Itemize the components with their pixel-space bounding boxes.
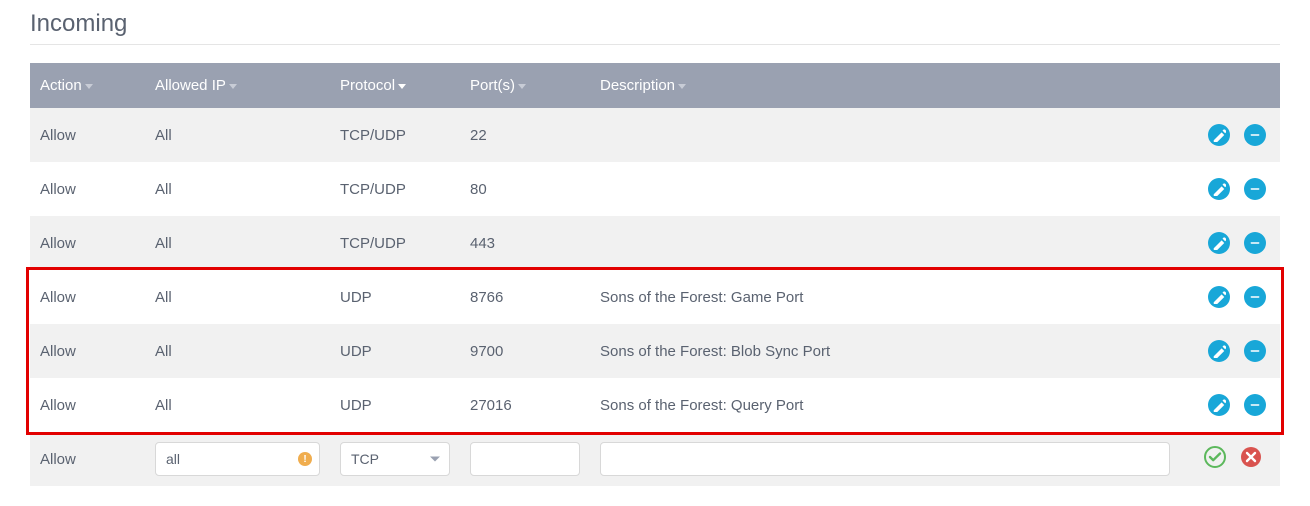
edit-button[interactable] <box>1208 286 1230 308</box>
ports-input[interactable] <box>470 442 580 476</box>
cell-action: Allow <box>30 378 145 432</box>
firewall-rules-table: Action Allowed IP Protocol Port(s) Descr… <box>30 63 1280 486</box>
table-row: AllowAllTCP/UDP443 <box>30 216 1280 270</box>
cell-allowed-ip: All <box>145 108 330 162</box>
cell-description: Sons of the Forest: Game Port <box>590 270 1180 324</box>
cell-protocol: UDP <box>330 270 460 324</box>
cell-protocol: TCP/UDP <box>330 162 460 216</box>
cell-ports: 443 <box>460 216 590 270</box>
cell-ports: 22 <box>460 108 590 162</box>
caret-down-icon <box>518 84 526 89</box>
cell-ports: 9700 <box>460 324 590 378</box>
table-row: AllowAllUDP27016Sons of the Forest: Quer… <box>30 378 1280 432</box>
edit-button[interactable] <box>1208 178 1230 200</box>
cell-protocol: UDP <box>330 378 460 432</box>
col-header-label: Allowed IP <box>155 77 226 94</box>
col-header-description[interactable]: Description <box>590 63 1180 108</box>
new-rule-row: Allow! TCPUDPTCP/UDP <box>30 432 1280 486</box>
confirm-button[interactable] <box>1204 446 1226 468</box>
cell-description <box>590 216 1180 270</box>
remove-button[interactable] <box>1244 394 1266 416</box>
cell-action: Allow <box>30 216 145 270</box>
description-input[interactable] <box>600 442 1170 476</box>
cell-protocol: UDP <box>330 324 460 378</box>
cell-allowed-ip: All <box>145 216 330 270</box>
edit-button[interactable] <box>1208 340 1230 362</box>
cell-description <box>590 162 1180 216</box>
remove-button[interactable] <box>1244 124 1266 146</box>
table-row: AllowAllTCP/UDP22 <box>30 108 1280 162</box>
cell-ports: 80 <box>460 162 590 216</box>
col-header-action[interactable]: Action <box>30 63 145 108</box>
cell-allowed-ip: All <box>145 378 330 432</box>
cell-allowed-ip: All <box>145 270 330 324</box>
cell-ports: 8766 <box>460 270 590 324</box>
cell-action: Allow <box>30 108 145 162</box>
cell-action: Allow <box>30 270 145 324</box>
remove-button[interactable] <box>1244 286 1266 308</box>
protocol-select[interactable]: TCPUDPTCP/UDP <box>340 442 450 476</box>
col-header-label: Action <box>40 77 82 94</box>
remove-button[interactable] <box>1244 178 1266 200</box>
cancel-button[interactable] <box>1240 446 1262 468</box>
edit-button[interactable] <box>1208 124 1230 146</box>
edit-button[interactable] <box>1208 394 1230 416</box>
table-row: AllowAllUDP8766Sons of the Forest: Game … <box>30 270 1280 324</box>
cell-action: Allow <box>30 162 145 216</box>
caret-down-icon <box>398 84 406 89</box>
cell-allowed-ip: All <box>145 324 330 378</box>
cell-action: Allow <box>30 432 145 486</box>
cell-protocol: TCP/UDP <box>330 108 460 162</box>
cell-protocol: TCP/UDP <box>330 216 460 270</box>
allowed-ip-input[interactable] <box>155 442 320 476</box>
table-row: AllowAllUDP9700Sons of the Forest: Blob … <box>30 324 1280 378</box>
col-header-label: Protocol <box>340 77 395 94</box>
col-header-label: Description <box>600 77 675 94</box>
cell-allowed-ip: All <box>145 162 330 216</box>
col-header-label: Port(s) <box>470 77 515 94</box>
cell-ports: 27016 <box>460 378 590 432</box>
edit-button[interactable] <box>1208 232 1230 254</box>
remove-button[interactable] <box>1244 232 1266 254</box>
caret-down-icon <box>678 84 686 89</box>
col-header-protocol[interactable]: Protocol <box>330 63 460 108</box>
warning-icon: ! <box>298 452 312 466</box>
cell-description: Sons of the Forest: Query Port <box>590 378 1180 432</box>
table-row: AllowAllTCP/UDP80 <box>30 162 1280 216</box>
col-header-allowed-ip[interactable]: Allowed IP <box>145 63 330 108</box>
cell-description <box>590 108 1180 162</box>
remove-button[interactable] <box>1244 340 1266 362</box>
col-header-actions <box>1180 63 1280 108</box>
caret-down-icon <box>229 84 237 89</box>
cell-action: Allow <box>30 324 145 378</box>
col-header-ports[interactable]: Port(s) <box>460 63 590 108</box>
caret-down-icon <box>85 84 93 89</box>
section-title: Incoming <box>30 10 1280 45</box>
cell-description: Sons of the Forest: Blob Sync Port <box>590 324 1180 378</box>
